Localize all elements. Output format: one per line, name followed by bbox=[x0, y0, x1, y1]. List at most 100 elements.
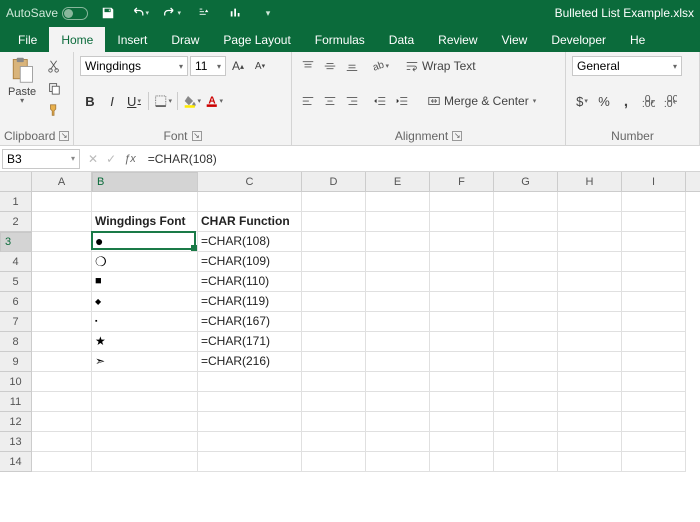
save-icon[interactable] bbox=[98, 3, 118, 23]
font-size-select[interactable]: 11▾ bbox=[190, 56, 226, 76]
tab-developer[interactable]: Developer bbox=[539, 27, 618, 52]
cell-B11[interactable] bbox=[92, 392, 198, 412]
cell-A8[interactable] bbox=[32, 332, 92, 352]
cell-A1[interactable] bbox=[32, 192, 92, 212]
col-header-E[interactable]: E bbox=[366, 172, 430, 191]
cell-D7[interactable] bbox=[302, 312, 366, 332]
autosave-toggle[interactable]: AutoSave bbox=[6, 6, 88, 20]
border-icon[interactable]: ▾ bbox=[153, 91, 173, 111]
col-header-H[interactable]: H bbox=[558, 172, 622, 191]
increase-indent-icon[interactable] bbox=[392, 91, 412, 111]
cell-D8[interactable] bbox=[302, 332, 366, 352]
col-header-G[interactable]: G bbox=[494, 172, 558, 191]
redo-icon[interactable]: ▾ bbox=[162, 3, 182, 23]
currency-icon[interactable]: $▾ bbox=[572, 91, 592, 111]
tab-view[interactable]: View bbox=[490, 27, 540, 52]
cell-A2[interactable] bbox=[32, 212, 92, 232]
cell-F5[interactable] bbox=[430, 272, 494, 292]
row-header-6[interactable]: 6 bbox=[0, 292, 32, 312]
wrap-text-button[interactable]: Wrap Text bbox=[400, 56, 481, 76]
cell-F2[interactable] bbox=[430, 212, 494, 232]
cell-H6[interactable] bbox=[558, 292, 622, 312]
cell-E2[interactable] bbox=[366, 212, 430, 232]
cell-C7[interactable]: =CHAR(167) bbox=[198, 312, 302, 332]
cell-I13[interactable] bbox=[622, 432, 686, 452]
tab-formulas[interactable]: Formulas bbox=[303, 27, 377, 52]
cell-B13[interactable] bbox=[92, 432, 198, 452]
cell-G1[interactable] bbox=[494, 192, 558, 212]
increase-decimal-icon[interactable]: .0.00 bbox=[638, 91, 658, 111]
cell-I4[interactable] bbox=[622, 252, 686, 272]
cell-C11[interactable] bbox=[198, 392, 302, 412]
name-box[interactable]: B3▾ bbox=[2, 149, 80, 169]
cell-H3[interactable] bbox=[558, 232, 622, 252]
cell-E14[interactable] bbox=[366, 452, 430, 472]
qat-more-icon[interactable]: ▾ bbox=[258, 3, 278, 23]
cell-D4[interactable] bbox=[302, 252, 366, 272]
cell-B10[interactable] bbox=[92, 372, 198, 392]
cell-H5[interactable] bbox=[558, 272, 622, 292]
cancel-formula-icon[interactable]: ✕ bbox=[88, 152, 98, 166]
cell-I6[interactable] bbox=[622, 292, 686, 312]
number-format-select[interactable]: General▾ bbox=[572, 56, 682, 76]
cell-E9[interactable] bbox=[366, 352, 430, 372]
row-header-2[interactable]: 2 bbox=[0, 212, 32, 232]
cell-F10[interactable] bbox=[430, 372, 494, 392]
cell-B4[interactable]: ❍ bbox=[92, 252, 198, 272]
row-header-8[interactable]: 8 bbox=[0, 332, 32, 352]
row-header-14[interactable]: 14 bbox=[0, 452, 32, 472]
cell-E4[interactable] bbox=[366, 252, 430, 272]
col-header-C[interactable]: C bbox=[198, 172, 302, 191]
decrease-decimal-icon[interactable]: .00.0 bbox=[660, 91, 680, 111]
cell-C9[interactable]: =CHAR(216) bbox=[198, 352, 302, 372]
row-header-3[interactable]: 3 bbox=[0, 232, 32, 252]
cell-C1[interactable] bbox=[198, 192, 302, 212]
cell-H7[interactable] bbox=[558, 312, 622, 332]
row-header-4[interactable]: 4 bbox=[0, 252, 32, 272]
cell-D10[interactable] bbox=[302, 372, 366, 392]
dialog-launcher-icon[interactable]: ↘ bbox=[452, 131, 462, 141]
cell-I10[interactable] bbox=[622, 372, 686, 392]
cell-G12[interactable] bbox=[494, 412, 558, 432]
cell-A7[interactable] bbox=[32, 312, 92, 332]
cell-D14[interactable] bbox=[302, 452, 366, 472]
cell-A3[interactable] bbox=[32, 232, 92, 252]
cell-D5[interactable] bbox=[302, 272, 366, 292]
cell-A5[interactable] bbox=[32, 272, 92, 292]
cell-I8[interactable] bbox=[622, 332, 686, 352]
cell-H8[interactable] bbox=[558, 332, 622, 352]
cell-H11[interactable] bbox=[558, 392, 622, 412]
cell-H14[interactable] bbox=[558, 452, 622, 472]
cell-F1[interactable] bbox=[430, 192, 494, 212]
cell-I12[interactable] bbox=[622, 412, 686, 432]
cell-G10[interactable] bbox=[494, 372, 558, 392]
cell-B2[interactable]: Wingdings Font bbox=[92, 212, 198, 232]
cell-H2[interactable] bbox=[558, 212, 622, 232]
row-header-13[interactable]: 13 bbox=[0, 432, 32, 452]
cell-E6[interactable] bbox=[366, 292, 430, 312]
formula-input[interactable]: =CHAR(108) bbox=[144, 152, 698, 166]
cell-F3[interactable] bbox=[430, 232, 494, 252]
row-header-12[interactable]: 12 bbox=[0, 412, 32, 432]
cell-B1[interactable] bbox=[92, 192, 198, 212]
align-right-icon[interactable] bbox=[342, 91, 362, 111]
cell-G5[interactable] bbox=[494, 272, 558, 292]
row-header-9[interactable]: 9 bbox=[0, 352, 32, 372]
spreadsheet-grid[interactable]: ABCDEFGHI 12Wingdings FontCHAR Function3… bbox=[0, 172, 700, 522]
cell-B6[interactable]: ◆ bbox=[92, 292, 198, 312]
cell-A6[interactable] bbox=[32, 292, 92, 312]
cell-G4[interactable] bbox=[494, 252, 558, 272]
merge-center-button[interactable]: Merge & Center▾ bbox=[422, 91, 541, 111]
cell-A13[interactable] bbox=[32, 432, 92, 452]
tab-page-layout[interactable]: Page Layout bbox=[211, 27, 302, 52]
cell-C5[interactable]: =CHAR(110) bbox=[198, 272, 302, 292]
cell-D13[interactable] bbox=[302, 432, 366, 452]
cell-E5[interactable] bbox=[366, 272, 430, 292]
qat-sort-icon[interactable] bbox=[194, 3, 214, 23]
cell-C14[interactable] bbox=[198, 452, 302, 472]
cell-B14[interactable] bbox=[92, 452, 198, 472]
cell-I2[interactable] bbox=[622, 212, 686, 232]
cell-G8[interactable] bbox=[494, 332, 558, 352]
cell-C6[interactable]: =CHAR(119) bbox=[198, 292, 302, 312]
increase-font-icon[interactable]: A▴ bbox=[228, 56, 248, 76]
